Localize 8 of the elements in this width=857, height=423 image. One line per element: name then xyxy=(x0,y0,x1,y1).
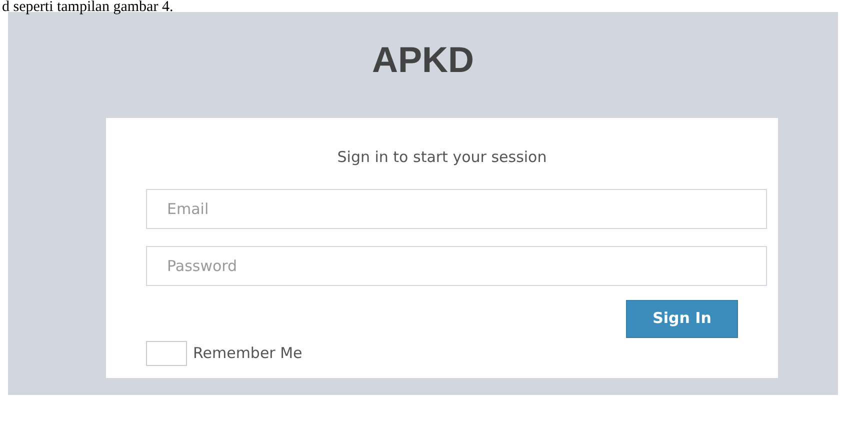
login-message: Sign in to start your session xyxy=(337,147,547,168)
input-field[interactable]: Password xyxy=(146,246,767,286)
input-field[interactable]: Email xyxy=(146,188,767,228)
sign-in-button[interactable]: Sign In xyxy=(626,300,738,338)
document-text: d seperti tampilan gambar 4. xyxy=(1,0,174,12)
remember-checkbox[interactable] xyxy=(146,340,187,366)
remember-label[interactable]: Remember Me xyxy=(193,342,302,364)
app-title: APKD xyxy=(372,40,474,80)
